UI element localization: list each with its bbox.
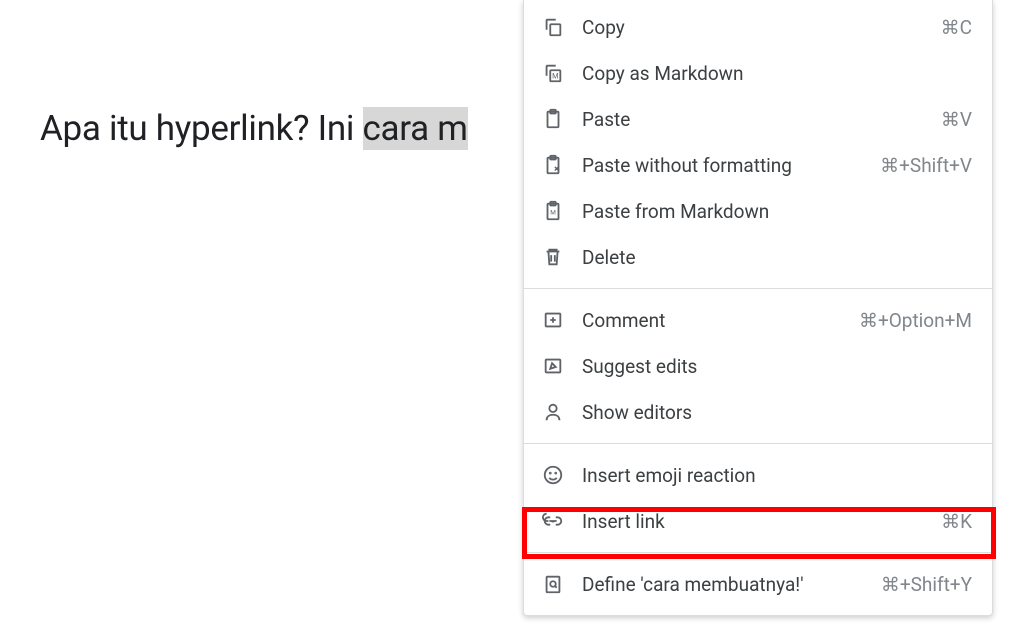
- menu-shortcut: ⌘C: [941, 16, 972, 39]
- menu-item-copy-as-markdown[interactable]: M Copy as Markdown: [524, 50, 992, 96]
- menu-label: Insert emoji reaction: [582, 464, 972, 487]
- define-icon: [542, 573, 564, 595]
- menu-label: Paste from Markdown: [582, 200, 972, 223]
- menu-label: Show editors: [582, 401, 972, 424]
- paste-no-format-icon: [542, 154, 564, 176]
- menu-item-insert-link[interactable]: Insert link ⌘K: [524, 498, 992, 544]
- menu-label: Comment: [582, 309, 859, 332]
- svg-text:M: M: [550, 209, 556, 217]
- menu-shortcut: ⌘K: [941, 510, 972, 533]
- menu-divider: [524, 552, 992, 553]
- menu-item-paste-without-formatting[interactable]: Paste without formatting ⌘+Shift+V: [524, 142, 992, 188]
- doc-text-selected: cara m: [363, 107, 468, 150]
- menu-shortcut: ⌘+Option+M: [859, 309, 972, 332]
- menu-item-delete[interactable]: Delete: [524, 234, 992, 280]
- comment-icon: [542, 309, 564, 331]
- copy-icon: [542, 16, 564, 38]
- menu-label: Insert link: [582, 510, 941, 533]
- doc-text-before: Apa itu hyperlink? Ini: [40, 108, 363, 149]
- editors-icon: [542, 401, 564, 423]
- menu-divider: [524, 288, 992, 289]
- paste-icon: [542, 108, 564, 130]
- menu-label: Define 'cara membuatnya!': [582, 573, 881, 596]
- menu-item-suggest-edits[interactable]: Suggest edits: [524, 343, 992, 389]
- menu-label: Copy as Markdown: [582, 62, 972, 85]
- menu-label: Suggest edits: [582, 355, 972, 378]
- menu-item-paste[interactable]: Paste ⌘V: [524, 96, 992, 142]
- menu-label: Paste without formatting: [582, 154, 880, 177]
- emoji-icon: [542, 464, 564, 486]
- markdown-copy-icon: M: [542, 62, 564, 84]
- menu-item-insert-emoji[interactable]: Insert emoji reaction: [524, 452, 992, 498]
- delete-icon: [542, 246, 564, 268]
- menu-item-define[interactable]: Define 'cara membuatnya!' ⌘+Shift+Y: [524, 561, 992, 607]
- menu-shortcut: ⌘+Shift+V: [880, 154, 972, 177]
- suggest-edits-icon: [542, 355, 564, 377]
- menu-shortcut: ⌘V: [941, 108, 972, 131]
- paste-markdown-icon: M: [542, 200, 564, 222]
- menu-item-paste-from-markdown[interactable]: M Paste from Markdown: [524, 188, 992, 234]
- menu-item-copy[interactable]: Copy ⌘C: [524, 4, 992, 50]
- menu-divider: [524, 443, 992, 444]
- menu-label: Copy: [582, 16, 941, 39]
- menu-shortcut: ⌘+Shift+Y: [881, 573, 972, 596]
- menu-item-comment[interactable]: Comment ⌘+Option+M: [524, 297, 992, 343]
- context-menu: Copy ⌘C M Copy as Markdown Paste ⌘V Past…: [523, 0, 993, 616]
- menu-label: Delete: [582, 246, 972, 269]
- menu-item-show-editors[interactable]: Show editors: [524, 389, 992, 435]
- document-text[interactable]: Apa itu hyperlink? Ini cara m: [40, 108, 468, 149]
- link-icon: [542, 510, 564, 532]
- menu-label: Paste: [582, 108, 941, 131]
- svg-text:M: M: [552, 72, 558, 81]
